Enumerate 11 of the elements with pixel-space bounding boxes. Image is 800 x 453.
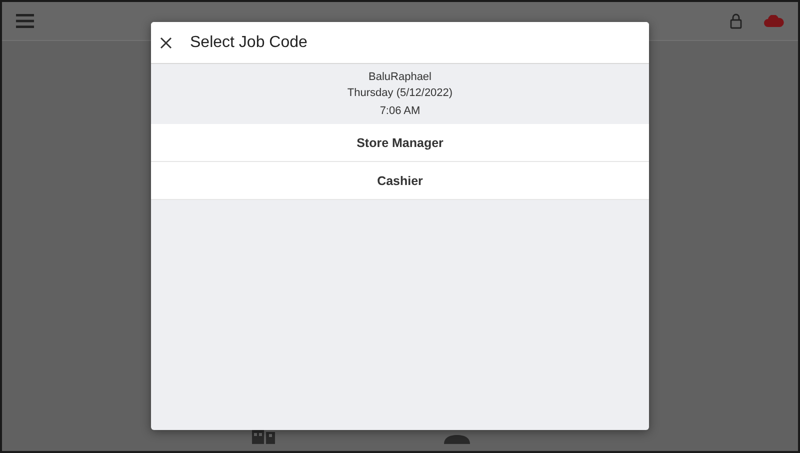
date-text: Thursday (5/12/2022) bbox=[347, 86, 453, 100]
close-icon[interactable] bbox=[160, 36, 172, 48]
lock-icon[interactable] bbox=[730, 13, 742, 29]
job-code-item[interactable]: Cashier bbox=[151, 162, 649, 200]
dialog-title: Select Job Code bbox=[190, 34, 308, 52]
employee-name: BaluRaphael bbox=[368, 70, 432, 84]
time-text: 7:06 AM bbox=[380, 104, 420, 118]
menu-icon[interactable] bbox=[16, 14, 34, 28]
cloud-icon[interactable] bbox=[764, 15, 784, 27]
job-code-item[interactable]: Store Manager bbox=[151, 124, 649, 162]
store-icon bbox=[252, 430, 278, 444]
